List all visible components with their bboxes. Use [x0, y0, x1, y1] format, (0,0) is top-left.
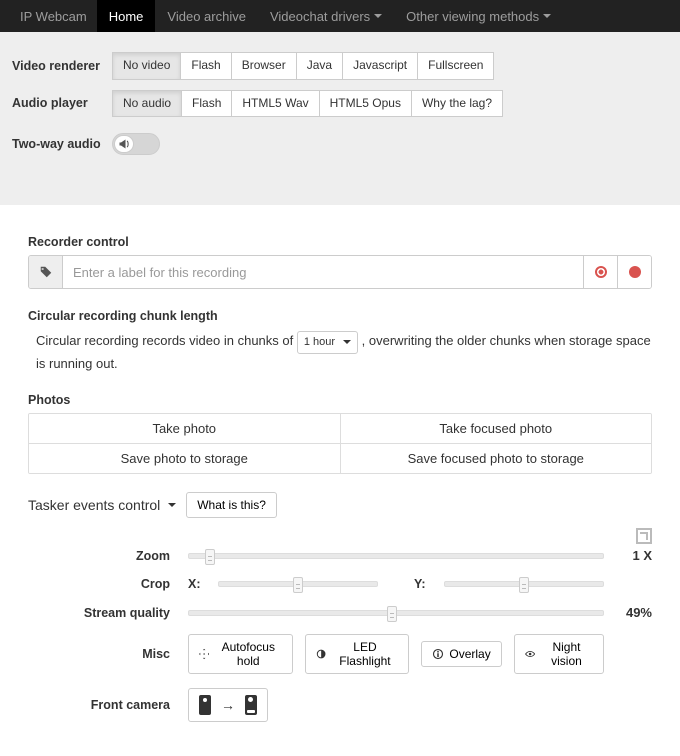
vr-no-video[interactable]: No video [112, 52, 181, 80]
ap-no-audio[interactable]: No audio [112, 90, 182, 118]
phone-front-icon [199, 695, 211, 715]
save-photo-button[interactable]: Save photo to storage [29, 444, 340, 473]
brand[interactable]: IP Webcam [10, 0, 97, 32]
eye-icon [525, 648, 535, 660]
nav-videochat-drivers[interactable]: Videochat drivers [258, 0, 394, 32]
zoom-slider[interactable] [188, 553, 604, 559]
autofocus-hold-button[interactable]: Autofocus hold [188, 634, 293, 674]
vr-fullscreen[interactable]: Fullscreen [417, 52, 494, 80]
stream-quality-slider[interactable] [188, 610, 604, 616]
switch-camera-button[interactable]: → [188, 688, 268, 722]
record-circular-icon [595, 266, 607, 278]
ap-html5-wav[interactable]: HTML5 Wav [231, 90, 319, 118]
crop-y-label: Y: [414, 577, 432, 591]
video-renderer-group: No video Flash Browser Java Javascript F… [112, 52, 494, 80]
navbar: IP Webcam Home Video archive Videochat d… [0, 0, 680, 32]
recorder-input-group [28, 255, 652, 289]
zoom-label: Zoom [28, 549, 188, 563]
slider-thumb[interactable] [387, 606, 397, 622]
crop-label: Crop [28, 577, 188, 591]
record-icon [629, 266, 641, 278]
record-circular-button[interactable] [583, 256, 617, 288]
slider-thumb[interactable] [205, 549, 215, 565]
chevron-down-icon [168, 503, 176, 507]
move-icon [199, 648, 209, 660]
tasker-dropdown[interactable]: Tasker events control [28, 497, 176, 513]
stream-quality-label: Stream quality [28, 606, 188, 620]
save-focused-photo-button[interactable]: Save focused photo to storage [340, 444, 652, 473]
crop-x-slider[interactable] [218, 581, 378, 587]
audio-player-label: Audio player [12, 96, 112, 110]
contrast-icon [316, 648, 326, 660]
video-renderer-label: Video renderer [12, 59, 112, 73]
slider-thumb[interactable] [519, 577, 529, 593]
chunk-title: Circular recording chunk length [28, 309, 652, 323]
crop-y-slider[interactable] [444, 581, 604, 587]
take-focused-photo-button[interactable]: Take focused photo [340, 414, 652, 443]
recorder-label-input[interactable] [63, 256, 583, 288]
chevron-down-icon [543, 14, 551, 18]
recorder-title: Recorder control [28, 235, 652, 249]
two-way-audio-label: Two-way audio [12, 137, 112, 151]
main-content: Recorder control Circular recording chun… [0, 205, 680, 756]
led-flashlight-button[interactable]: LED Flashlight [305, 634, 409, 674]
stream-quality-value: 49% [604, 605, 652, 620]
popout-icon[interactable] [636, 528, 652, 544]
bullhorn-icon [114, 135, 134, 153]
chunk-description: Circular recording records video in chun… [36, 331, 652, 373]
vr-java[interactable]: Java [296, 52, 343, 80]
audio-player-group: No audio Flash HTML5 Wav HTML5 Opus Why … [112, 90, 503, 118]
chevron-down-icon [343, 340, 351, 344]
photos-title: Photos [28, 393, 652, 407]
take-photo-button[interactable]: Take photo [29, 414, 340, 443]
nav-video-archive[interactable]: Video archive [155, 0, 258, 32]
arrow-right-icon: → [221, 697, 235, 713]
vr-javascript[interactable]: Javascript [342, 52, 418, 80]
vr-flash[interactable]: Flash [180, 52, 231, 80]
what-is-this-button[interactable]: What is this? [186, 492, 277, 518]
nav-other-methods[interactable]: Other viewing methods [394, 0, 563, 32]
stream-controls: Zoom 1 X Crop X: Y: Stream quality 49% [28, 528, 652, 722]
vr-browser[interactable]: Browser [231, 52, 297, 80]
ap-flash[interactable]: Flash [181, 90, 232, 118]
misc-label: Misc [28, 647, 188, 661]
crop-x-label: X: [188, 577, 206, 591]
settings-panel: Video renderer No video Flash Browser Ja… [0, 32, 680, 205]
slider-thumb[interactable] [293, 577, 303, 593]
overlay-button[interactable]: Overlay [421, 641, 501, 667]
phone-back-icon [245, 695, 257, 715]
chunk-length-select[interactable]: 1 hour [297, 331, 358, 354]
ap-why-lag[interactable]: Why the lag? [411, 90, 503, 118]
zoom-value: 1 X [604, 548, 652, 563]
photos-grid: Take photo Take focused photo Save photo… [28, 413, 652, 474]
nav-home[interactable]: Home [97, 0, 156, 32]
front-camera-label: Front camera [28, 698, 188, 712]
night-vision-button[interactable]: Night vision [514, 634, 604, 674]
ap-html5-opus[interactable]: HTML5 Opus [319, 90, 412, 118]
info-icon [432, 648, 444, 660]
record-button[interactable] [617, 256, 651, 288]
tag-icon [29, 256, 63, 288]
two-way-audio-toggle[interactable] [112, 133, 160, 155]
chevron-down-icon [374, 14, 382, 18]
